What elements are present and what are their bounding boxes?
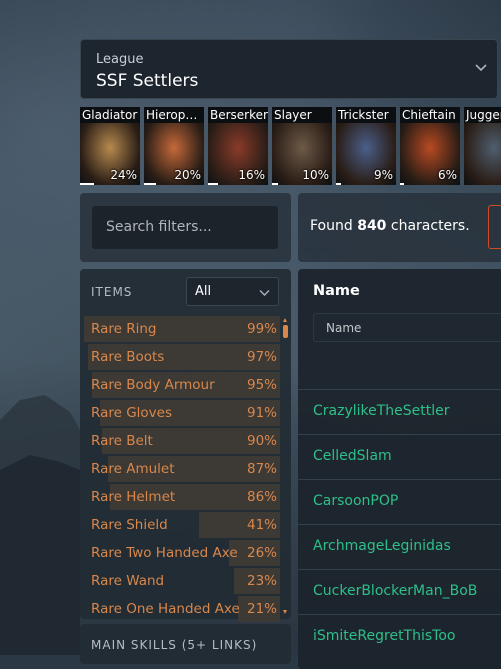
- reset-button[interactable]: [488, 205, 501, 249]
- name-column-header[interactable]: Name: [313, 283, 360, 299]
- items-header: ITEMS: [91, 285, 133, 299]
- league-value: SSF Settlers: [96, 71, 199, 91]
- item-percent: 41%: [246, 517, 277, 533]
- class-card[interactable]: Juggern: [464, 107, 501, 185]
- item-name: Rare Helmet: [91, 489, 176, 505]
- class-percent: 9%: [373, 168, 393, 182]
- item-percent: 86%: [246, 489, 277, 505]
- found-count: 840: [357, 218, 387, 234]
- found-count-text: Found 840 characters.: [310, 218, 470, 234]
- items-filter-panel: ITEMS All Rare Ring 99% Rare Boots 97% Rare …: [80, 269, 291, 622]
- table-row: iSmiteRegretThisToo: [298, 614, 501, 660]
- character-name-link[interactable]: CrazylikeTheSettler: [313, 403, 450, 419]
- name-filter-input[interactable]: Name: [313, 313, 501, 342]
- items-scrollbar[interactable]: [283, 318, 288, 614]
- item-name: Rare Two Handed Axe: [91, 545, 238, 561]
- item-filter-row[interactable]: Rare Ring 99%: [82, 316, 280, 342]
- name-filter-placeholder: Name: [326, 321, 362, 335]
- class-card[interactable]: Hierop… 20%: [144, 107, 204, 185]
- item-percent: 90%: [246, 433, 277, 449]
- item-filter-row[interactable]: Rare Wand 23%: [82, 568, 280, 594]
- item-name: Rare Gloves: [91, 405, 173, 421]
- chevron-down-icon: [475, 64, 487, 72]
- item-percent: 91%: [246, 405, 277, 421]
- class-percent: 6%: [437, 168, 457, 182]
- items-type-select[interactable]: All: [186, 277, 279, 306]
- item-percent: 99%: [246, 321, 277, 337]
- class-portrait: [464, 123, 501, 185]
- main-skills-panel: MAIN SKILLS (5+ LINKS): [80, 624, 291, 664]
- table-row: CarsoonPOP: [298, 479, 501, 525]
- class-card[interactable]: Chieftain 6%: [400, 107, 460, 185]
- class-share-bar: [80, 183, 94, 185]
- item-percent: 87%: [246, 461, 277, 477]
- item-filter-row[interactable]: Rare Gloves 91%: [82, 400, 280, 426]
- scroll-down-icon[interactable]: [283, 610, 287, 614]
- class-share-bar: [400, 183, 404, 185]
- item-filter-row[interactable]: Rare Two Handed Axe 26%: [82, 540, 280, 566]
- character-name-link[interactable]: CelledSlam: [313, 448, 392, 464]
- table-row: ArchmageLeginidas: [298, 524, 501, 570]
- class-filter-strip: Gladiator 24% Hierop… 20% Berserker 16% Slayer…: [80, 107, 501, 185]
- class-card[interactable]: Gladiator 24%: [80, 107, 140, 185]
- class-name: Slayer: [274, 108, 312, 122]
- item-percent: 23%: [246, 573, 277, 589]
- class-card[interactable]: Slayer 10%: [272, 107, 332, 185]
- item-name: Rare Body Armour: [91, 377, 215, 393]
- item-name: Rare Shield: [91, 517, 168, 533]
- item-name: Rare Amulet: [91, 461, 175, 477]
- chevron-down-icon: [259, 290, 270, 296]
- item-name: Rare Boots: [91, 349, 165, 365]
- class-name: Hierop…: [146, 108, 198, 122]
- class-share-bar: [336, 183, 341, 185]
- class-card[interactable]: Berserker 16%: [208, 107, 268, 185]
- item-filter-row[interactable]: Rare Helmet 86%: [82, 484, 280, 510]
- item-name: Rare Wand: [91, 573, 165, 589]
- item-filter-row[interactable]: Rare Boots 97%: [82, 344, 280, 370]
- results-summary: Found 840 characters.: [298, 193, 501, 262]
- search-placeholder: Search filters...: [106, 219, 212, 235]
- class-share-bar: [144, 183, 156, 185]
- class-percent: 16%: [238, 168, 265, 182]
- search-panel: Search filters...: [80, 193, 291, 262]
- class-percent: 24%: [110, 168, 137, 182]
- class-name: Berserker: [210, 108, 268, 122]
- scrollbar-thumb[interactable]: [283, 325, 288, 338]
- class-name: Trickster: [338, 108, 389, 122]
- character-name-link[interactable]: CuckerBlockerMan_BoB: [313, 583, 477, 599]
- search-filters-input[interactable]: Search filters...: [92, 206, 278, 249]
- item-percent: 26%: [246, 545, 277, 561]
- class-name: Gladiator: [82, 108, 138, 122]
- table-row: CelledSlam: [298, 434, 501, 480]
- item-filter-row[interactable]: Rare Body Armour 95%: [82, 372, 280, 398]
- class-name: Chieftain: [402, 108, 456, 122]
- item-filter-row[interactable]: Rare Amulet 87%: [82, 456, 280, 482]
- class-share-bar: [272, 183, 278, 185]
- items-type-value: All: [195, 284, 212, 299]
- item-percent: 21%: [246, 601, 277, 617]
- item-filter-row[interactable]: Rare Shield 41%: [82, 512, 280, 538]
- character-name-link[interactable]: iSmiteRegretThisToo: [313, 628, 455, 644]
- item-name: Rare One Handed Axe: [91, 601, 240, 617]
- item-percent: 95%: [246, 377, 277, 393]
- class-card[interactable]: Trickster 9%: [336, 107, 396, 185]
- item-name: Rare Belt: [91, 433, 153, 449]
- item-percent: 97%: [246, 349, 277, 365]
- class-share-bar: [208, 183, 218, 185]
- class-percent: 20%: [174, 168, 201, 182]
- item-filter-row[interactable]: Rare One Handed Axe 21%: [82, 596, 280, 622]
- class-name: Juggern: [466, 108, 501, 122]
- main-skills-header: MAIN SKILLS (5+ LINKS): [91, 638, 258, 652]
- league-select[interactable]: League SSF Settlers: [80, 39, 498, 99]
- class-percent: 10%: [302, 168, 329, 182]
- table-row: CuckerBlockerMan_BoB: [298, 569, 501, 615]
- league-label: League: [96, 52, 144, 67]
- item-name: Rare Ring: [91, 321, 157, 337]
- scroll-up-icon[interactable]: [283, 318, 287, 322]
- character-name-link[interactable]: CarsoonPOP: [313, 493, 398, 509]
- table-row: CrazylikeTheSettler: [298, 389, 501, 435]
- character-name-link[interactable]: ArchmageLeginidas: [313, 538, 451, 554]
- characters-table: Name Name CrazylikeTheSettler CelledSlam C…: [298, 269, 501, 669]
- item-filter-row[interactable]: Rare Belt 90%: [82, 428, 280, 454]
